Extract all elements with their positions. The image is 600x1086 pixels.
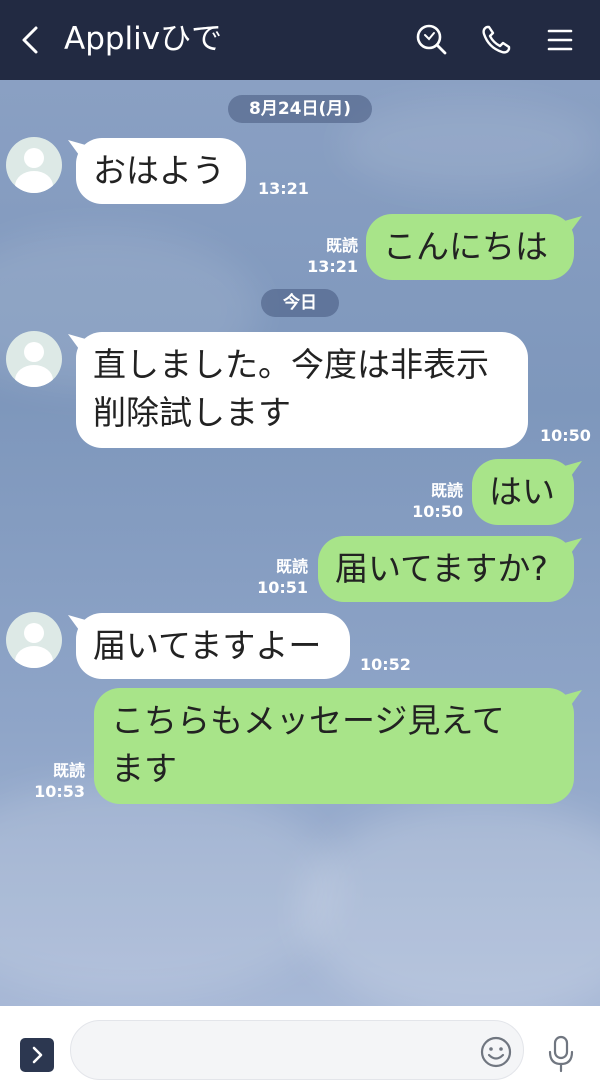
message-input[interactable] [70, 1020, 524, 1080]
message-time: 10:50 [540, 426, 591, 445]
input-bar [0, 1006, 600, 1086]
message-time: 10:53 [34, 782, 85, 801]
emoji-icon[interactable] [478, 1034, 514, 1070]
date-divider: 今日 [261, 289, 339, 317]
read-receipt: 既読 [52, 761, 85, 780]
avatar[interactable] [6, 612, 62, 668]
avatar[interactable] [6, 137, 62, 193]
phone-icon[interactable] [476, 20, 516, 60]
message-time: 13:21 [307, 257, 358, 276]
back-icon[interactable] [14, 20, 50, 60]
chat-header: Applivひで [0, 0, 600, 80]
chevron-right-icon[interactable] [20, 1038, 54, 1072]
message-time: 13:21 [258, 179, 309, 198]
date-divider: 8月24日(月) [228, 95, 372, 123]
message-bubble-incoming[interactable]: 届いてますよー [76, 613, 350, 679]
read-receipt: 既読 [430, 481, 463, 500]
message-bubble-outgoing[interactable]: 届いてますか? [318, 536, 574, 602]
read-receipt: 既読 [325, 236, 358, 255]
avatar[interactable] [6, 331, 62, 387]
message-time: 10:52 [360, 655, 411, 674]
message-bubble-outgoing[interactable]: こんにちは [366, 214, 574, 280]
read-receipt: 既読 [275, 557, 308, 576]
message-time: 10:50 [412, 502, 463, 521]
microphone-icon[interactable] [546, 1034, 576, 1074]
chat-title: Applivひで [64, 21, 223, 57]
menu-icon[interactable] [540, 20, 580, 60]
message-bubble-incoming[interactable]: おはよう [76, 138, 246, 204]
message-bubble-outgoing[interactable]: はい [472, 459, 574, 525]
message-bubble-outgoing[interactable]: こちらもメッセージ見えて ます [94, 688, 574, 804]
search-icon[interactable] [412, 20, 452, 60]
message-bubble-incoming[interactable]: 直しました。今度は非表示 削除試します [76, 332, 528, 448]
chat-area[interactable]: 8月24日(月) おはよう 13:21 こんにちは 既読 13:21 今日 直し… [0, 80, 600, 1006]
message-time: 10:51 [257, 578, 308, 597]
